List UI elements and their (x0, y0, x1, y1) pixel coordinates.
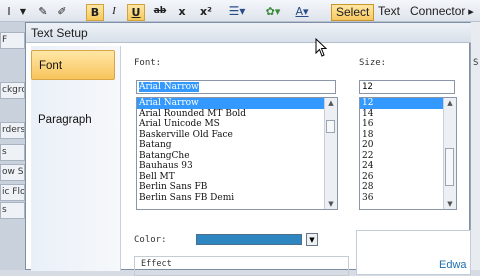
size-list[interactable]: 12 14 16 18 20 22 24 26 28 36 ▲ ▼ (359, 97, 457, 210)
text-tool-button[interactable]: Text (378, 4, 400, 19)
font-item[interactable]: Bauhaus 93 (137, 161, 337, 172)
chevron-down-icon[interactable]: ▼ (306, 233, 318, 246)
size-item[interactable]: 26 (360, 172, 456, 183)
bullet-list-icon[interactable]: ☰▾ (226, 4, 248, 19)
more-arrow-icon[interactable]: ▸ (465, 4, 477, 19)
font-item[interactable]: Berlin Sans FB (137, 182, 337, 193)
mouse-pointer-icon (315, 38, 328, 57)
sidebar-item-font[interactable]: Font (31, 50, 115, 80)
text-cursor-icon[interactable]: Ⅰ (2, 4, 16, 19)
size-item[interactable]: 36 (360, 193, 456, 204)
strip-item: F (0, 32, 25, 49)
strip-item: ic Flo (0, 184, 25, 201)
font-item[interactable]: Batang (137, 140, 337, 151)
strip-item: s (0, 202, 25, 219)
font-name-value: Arial Narrow (139, 82, 199, 92)
strip-item: ckgro (0, 82, 25, 99)
size-item[interactable]: 14 (360, 109, 456, 120)
preview-box: Edwa (356, 230, 471, 275)
size-item[interactable]: 18 (360, 130, 456, 141)
strip-item: rders (0, 122, 25, 139)
subscript-button[interactable]: x (176, 4, 188, 19)
bold-button[interactable]: B (86, 4, 104, 21)
font-item[interactable]: BatangChe (137, 151, 337, 162)
select-button[interactable]: Select (331, 4, 375, 21)
font-item[interactable]: Arial Rounded MT Bold (137, 109, 337, 120)
text-setup-dialog: Text Setup Font Paragraph Font: Size: S … (25, 22, 478, 276)
style-label: S (473, 58, 479, 68)
size-item[interactable]: 12 (360, 98, 456, 109)
scroll-thumb[interactable] (445, 148, 454, 186)
size-rows: 12 14 16 18 20 22 24 26 28 36 (360, 98, 456, 203)
sidebar-item-paragraph[interactable]: Paragraph (31, 105, 115, 135)
format-painter-icon[interactable]: ✎ (36, 4, 50, 19)
color-swatch[interactable] (196, 234, 302, 245)
font-name-input[interactable]: Arial Narrow (136, 80, 336, 94)
size-item[interactable]: 22 (360, 151, 456, 162)
size-item[interactable]: 24 (360, 161, 456, 172)
font-item[interactable]: Bell MT (137, 172, 337, 183)
dialog-sidebar: Font Paragraph (31, 46, 121, 271)
strip-item: ow Sh (0, 164, 25, 181)
size-item[interactable]: 16 (360, 119, 456, 130)
clear-format-icon[interactable]: ✐ (55, 4, 69, 19)
underline-button[interactable]: U (127, 4, 145, 21)
scroll-down-icon[interactable]: ▼ (444, 199, 456, 209)
size-label: Size: (359, 58, 387, 68)
strip-item: s (0, 144, 25, 161)
preview-text: Edwa (439, 259, 467, 271)
scroll-down-icon[interactable]: ▼ (325, 199, 337, 209)
size-item[interactable]: 20 (360, 140, 456, 151)
size-list-scrollbar[interactable]: ▲ ▼ (443, 98, 456, 209)
dropdown-arrow-icon[interactable]: ▼ (18, 4, 28, 19)
effect-group: Effect (134, 256, 349, 276)
main-toolbar: Ⅰ ▼ ✎ ✐ B I U ab x x² ☰▾ ✿▾ A▾ Select Te… (0, 0, 480, 22)
scroll-up-icon[interactable]: ▲ (325, 98, 337, 108)
dialog-title: Text Setup (26, 23, 471, 43)
scroll-thumb[interactable] (326, 120, 335, 133)
font-item[interactable]: Berlin Sans FB Demi (137, 193, 337, 204)
font-rows: Arial Narrow Arial Rounded MT Bold Arial U… (137, 98, 337, 203)
italic-button[interactable]: I (108, 4, 120, 19)
font-color-icon[interactable]: A▾ (292, 4, 312, 19)
font-label: Font: (134, 58, 162, 68)
font-item[interactable]: Arial Unicode MS (137, 119, 337, 130)
connector-tool-button[interactable]: Connector (410, 4, 465, 19)
highlight-color-icon[interactable]: ✿▾ (262, 4, 284, 19)
background-left-panel: F ckgro rders s ow Sh ic Flo s (0, 22, 25, 270)
superscript-button[interactable]: x² (199, 4, 213, 19)
font-size-input[interactable]: 12 (359, 80, 455, 94)
font-item[interactable]: Baskerville Old Face (137, 130, 337, 141)
font-item[interactable]: Arial Narrow (137, 98, 337, 109)
effect-label: Effect (141, 259, 172, 269)
font-list[interactable]: Arial Narrow Arial Rounded MT Bold Arial U… (136, 97, 338, 210)
strikethrough-button[interactable]: ab (152, 4, 168, 19)
size-item[interactable]: 28 (360, 182, 456, 193)
font-list-scrollbar[interactable]: ▲ ▼ (324, 98, 337, 209)
color-label: Color: (134, 235, 167, 245)
scroll-up-icon[interactable]: ▲ (444, 98, 456, 108)
